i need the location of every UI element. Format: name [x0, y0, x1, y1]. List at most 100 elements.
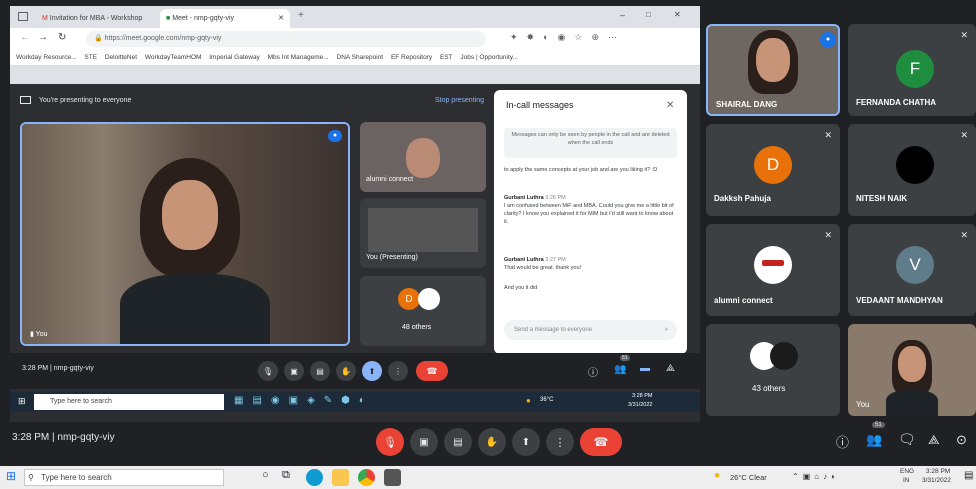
captions-button[interactable]: ▤ — [444, 428, 472, 456]
minimize-icon[interactable]: – — [620, 10, 625, 20]
chat-panel: In-call messages ✕ Messages can only be … — [494, 90, 687, 354]
tile-name: You — [35, 331, 48, 338]
nested-screen-preview — [368, 208, 478, 252]
forward-icon[interactable]: → — [38, 32, 48, 43]
message-author: Gurbani Luthra — [504, 195, 544, 201]
bookmark-item[interactable]: WorkdayTeamHOM — [145, 50, 202, 65]
inner-search-box[interactable]: Type here to search — [34, 394, 224, 410]
search-placeholder: Type here to search — [41, 473, 112, 482]
meeting-details-icon[interactable]: ⓘ — [836, 432, 849, 451]
mic-off-button[interactable]: 🎙 — [376, 428, 404, 456]
task-view-icon[interactable]: ⧉ — [282, 469, 290, 482]
new-tab-button[interactable]: + — [298, 10, 304, 21]
participant-tile-you[interactable]: You — [848, 324, 976, 416]
bookmark-item[interactable]: DNA Sharepoint — [337, 50, 384, 65]
inner-weather-text: 36°C — [540, 397, 554, 403]
bookmark-item[interactable]: EF Repository — [391, 50, 432, 65]
bookmark-item[interactable]: EST — [440, 50, 453, 65]
inner-tile-others[interactable]: D 48 others — [360, 276, 486, 346]
presenting-text: You're presenting to everyone — [38, 97, 132, 104]
chat-input[interactable]: Send a message to everyone ➤ — [504, 320, 677, 340]
windows-start-icon[interactable]: ⊞ — [6, 469, 16, 483]
chat-message: And you it did — [504, 284, 674, 292]
address-bar[interactable]: 🔒 https://meet.google.com/nmp-gqty-viy — [86, 31, 486, 47]
inner-camera-button[interactable]: ▣ — [284, 361, 304, 381]
participant-tile-shairal[interactable]: ● SHAIRAL DANG — [706, 24, 840, 116]
inner-weather-icon: ● — [526, 396, 531, 405]
inner-app-icons[interactable]: ▦▤◉▣◈✎⬢◐ — [234, 395, 374, 406]
inner-captions-button[interactable]: ▤ — [310, 361, 330, 381]
language-bottom[interactable]: IN — [903, 477, 910, 484]
close-window-icon[interactable]: ✕ — [674, 10, 681, 19]
notifications-icon[interactable]: ▤ — [964, 470, 973, 481]
cortana-icon[interactable]: ○ — [262, 469, 269, 481]
participant-tile-alumni[interactable]: ✕ alumni connect — [706, 224, 840, 316]
more-options-button[interactable]: ⋮ — [546, 428, 574, 456]
mail-icon[interactable] — [384, 469, 401, 486]
participant-tile-others[interactable]: 43 others — [706, 324, 840, 416]
participant-tile-nitesh[interactable]: ✕ NITESH NAIK — [848, 124, 976, 216]
clock-time[interactable]: 3:28 PM — [926, 468, 950, 475]
participant-tile-dakksh[interactable]: D ✕ Dakksh Pahuja — [706, 124, 840, 216]
bookmark-item[interactable]: Workday Resource... — [16, 50, 77, 65]
clock-date[interactable]: 3/31/2022 — [922, 477, 951, 484]
browser-tab-invitation[interactable]: M Invitation for MBA - Workshop — [36, 9, 156, 28]
stop-presenting-button[interactable]: Stop presenting — [435, 92, 484, 110]
reload-icon[interactable]: ↻ — [58, 32, 66, 43]
taskbar-search[interactable]: ⚲ Type here to search — [24, 469, 224, 486]
activities-icon[interactable]: ⟁ — [928, 432, 940, 448]
participant-name: 43 others — [752, 384, 786, 393]
people-icon[interactable]: 👥 — [866, 432, 882, 448]
inner-more-button[interactable]: ⋮ — [388, 361, 408, 381]
chat-icon[interactable]: 🗨 — [898, 431, 916, 448]
inner-chat-icon[interactable]: ▬ — [640, 363, 650, 374]
inner-present-button[interactable]: ⬆ — [362, 361, 382, 381]
window-icon — [18, 12, 28, 21]
bookmark-item[interactable]: Imperial Gateway — [209, 50, 260, 65]
logo-icon — [762, 260, 784, 266]
inner-info-icon[interactable]: ⓘ — [588, 364, 598, 379]
leave-call-button[interactable]: ☎ — [580, 428, 622, 456]
edge-icon[interactable] — [306, 469, 323, 486]
participant-tile-vedaant[interactable]: V ✕ VEDAANT MANDHYAN — [848, 224, 976, 316]
inner-people-icon[interactable]: 👥 — [614, 364, 626, 375]
inner-raise-hand-button[interactable]: ✋ — [336, 361, 356, 381]
person-face — [406, 138, 440, 178]
camera-button[interactable]: ▣ — [410, 428, 438, 456]
extensions-icon[interactable]: ✦✸◐◉☆⊕⋯ — [510, 32, 680, 43]
close-icon[interactable]: ✕ — [666, 100, 674, 111]
bookmark-item[interactable]: STE — [84, 50, 97, 65]
participant-name: You — [856, 400, 870, 409]
weather-text: 26°C Clear — [730, 473, 767, 482]
avatar — [896, 146, 934, 184]
participant-tile-fernanda[interactable]: F ✕ FERNANDA CHATHA — [848, 24, 976, 116]
message-text: That would be great. thank you! — [504, 265, 582, 271]
present-now-button[interactable]: ⬆ — [512, 428, 540, 456]
raise-hand-button[interactable]: ✋ — [478, 428, 506, 456]
language-top[interactable]: ENG — [900, 468, 914, 475]
browser-tab-meet[interactable]: ■ Meet - nmp-gqty-viy ✕ — [160, 9, 290, 28]
inner-participant-badge: 51 — [620, 355, 630, 361]
send-icon[interactable]: ➤ — [664, 320, 669, 340]
inner-tile-presenting[interactable]: You (Presenting) — [360, 198, 486, 268]
tray-icons[interactable]: ⌃▣⌂♪◐ — [792, 472, 840, 481]
meet-control-bar: 3:28 PM | nmp-gqty-viy 🎙 ▣ ▤ ✋ ⬆ ⋮ ☎ ⓘ 👥… — [0, 422, 976, 462]
bookmark-item[interactable]: Mbs Int Manageme... — [268, 50, 329, 65]
inner-tile-alumni[interactable]: alumni connect — [360, 122, 486, 192]
inner-leave-call-button[interactable]: ☎ — [416, 361, 448, 381]
person-face — [162, 180, 218, 250]
chrome-icon[interactable] — [358, 469, 375, 486]
back-icon[interactable]: ← — [20, 32, 30, 43]
file-explorer-icon[interactable] — [332, 469, 349, 486]
maximize-icon[interactable]: □ — [646, 10, 651, 19]
host-controls-icon[interactable]: ⊙ — [956, 432, 967, 448]
main-video-tile[interactable]: ● ▮ You — [20, 122, 350, 346]
inner-activities-icon[interactable]: ⟁ — [666, 363, 675, 374]
inner-windows-icon[interactable]: ⊞ — [18, 396, 26, 407]
bookmark-item[interactable]: DeloitteNet — [105, 50, 137, 65]
close-tab-icon[interactable]: ✕ — [278, 9, 284, 28]
bookmark-item[interactable]: Jobs | Opportunity... — [460, 50, 518, 65]
inner-mic-button[interactable]: 🎙 — [258, 361, 278, 381]
message-author: Gurbani Luthra — [504, 257, 544, 263]
chat-message: Gurbani Luthra 3:27 PM That would be gre… — [504, 256, 674, 272]
